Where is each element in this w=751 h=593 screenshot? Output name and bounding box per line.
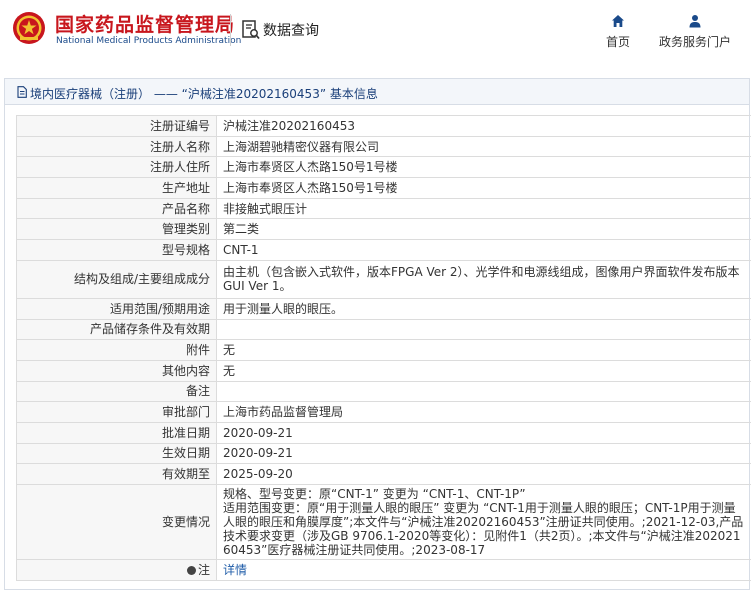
note-label: 注 — [197, 562, 210, 577]
row-value: 无 — [216, 339, 751, 361]
row-value: CNT-1 — [216, 239, 751, 261]
table-row: 注册人住所 上海市奉贤区人杰路150号1号楼 — [16, 156, 751, 179]
document-icon — [17, 86, 27, 98]
row-value — [216, 380, 751, 403]
home-icon — [612, 15, 624, 27]
row-value: 上海市奉贤区人杰路150号1号楼 — [216, 177, 751, 199]
table-row: 管理类别 第二类 — [16, 218, 751, 241]
row-value — [216, 318, 751, 341]
row-value: 非接触式眼压计 — [216, 197, 751, 220]
table-row: 批准日期 2020-09-21 — [16, 421, 751, 444]
table-row: 审批部门 上海市药品监督管理局 — [16, 401, 751, 423]
search-document-icon — [242, 20, 260, 40]
change-history-value: 规格、型号变更：原“CNT-1” 变更为 “CNT-1、CNT-1P” 适用范围… — [216, 484, 751, 560]
info-table: 注册证编号 沪械注准20202160453 注册人名称 上海湖碧驰精密仪器有限公… — [16, 115, 751, 581]
row-label: 注册证编号 — [16, 115, 217, 137]
row-value: 沪械注准20202160453 — [216, 115, 751, 137]
brand-name: 国家药品监督管理局 — [55, 14, 236, 36]
page-section-title: 数据查询 — [263, 23, 319, 39]
emblem-icon — [13, 12, 45, 44]
site-header: 国家药品监督管理局 National Medical Products Admi… — [0, 0, 751, 62]
row-value: 详情 — [216, 559, 751, 581]
row-value: 上海市药品监督管理局 — [216, 401, 751, 423]
table-row: 附件 无 — [16, 339, 751, 361]
row-value: 2020-09-21 — [216, 442, 751, 465]
row-label: 备注 — [16, 380, 217, 403]
row-label: 适用范围/预期用途 — [16, 297, 217, 320]
table-row: 结构及组成/主要组成成分 由主机（包含嵌入式软件，版本FPGA Ver 2）、光… — [16, 259, 751, 299]
table-row: 注册证编号 沪械注准20202160453 — [16, 115, 751, 137]
table-row: 注 详情 — [16, 559, 751, 581]
table-row: 适用范围/预期用途 用于测量人眼的眼压。 — [16, 297, 751, 320]
row-label: 产品名称 — [16, 197, 217, 220]
row-label: 管理类别 — [16, 218, 217, 241]
row-value: 无 — [216, 359, 751, 382]
row-label: 有效期至 — [16, 463, 217, 485]
row-label: 审批部门 — [16, 401, 217, 423]
row-value: 2025-09-20 — [216, 463, 751, 485]
row-value: 上海湖碧驰精密仪器有限公司 — [216, 135, 751, 158]
panel-title: 境内医疗器械（注册） —— “沪械注准20202160453” 基本信息 — [30, 87, 378, 101]
header-divider — [230, 14, 231, 46]
row-label: 附件 — [16, 339, 217, 361]
table-row: 备注 — [16, 380, 751, 403]
row-label: 其他内容 — [16, 359, 217, 382]
row-label: 注册人名称 — [16, 135, 217, 158]
nav-service-portal-label: 政务服务门户 — [658, 35, 731, 49]
pin-icon — [186, 565, 196, 575]
table-row: 有效期至 2025-09-20 — [16, 463, 751, 485]
table-row: 其他内容 无 — [16, 359, 751, 382]
table-row: 注册人名称 上海湖碧驰精密仪器有限公司 — [16, 135, 751, 158]
nav-service-portal[interactable]: 政务服务门户 — [655, 14, 735, 50]
user-icon — [689, 15, 701, 28]
row-label: 产品储存条件及有效期 — [16, 318, 217, 341]
row-label: 注册人住所 — [16, 156, 217, 179]
nav-home[interactable]: 首页 — [600, 14, 636, 50]
row-label: 结构及组成/主要组成成分 — [16, 259, 217, 299]
panel-header: 境内医疗器械（注册） —— “沪械注准20202160453” 基本信息 — [5, 79, 749, 105]
nav-home-label: 首页 — [605, 35, 630, 49]
row-label: 批准日期 — [16, 421, 217, 444]
table-row: 产品储存条件及有效期 — [16, 318, 751, 341]
row-value: 用于测量人眼的眼压。 — [216, 297, 751, 320]
row-label: 型号规格 — [16, 239, 217, 261]
row-label: 注 — [16, 559, 217, 581]
table-row: 生效日期 2020-09-21 — [16, 442, 751, 465]
row-label: 变更情况 — [16, 484, 217, 560]
table-row: 产品名称 非接触式眼压计 — [16, 197, 751, 220]
row-value: 上海市奉贤区人杰路150号1号楼 — [216, 156, 751, 179]
brand-name-english: National Medical Products Administration — [56, 36, 242, 46]
table-row: 型号规格 CNT-1 — [16, 239, 751, 261]
row-value: 第二类 — [216, 218, 751, 241]
table-row: 变更情况 规格、型号变更：原“CNT-1” 变更为 “CNT-1、CNT-1P”… — [16, 484, 751, 560]
table-row: 生产地址 上海市奉贤区人杰路150号1号楼 — [16, 177, 751, 199]
row-label: 生产地址 — [16, 177, 217, 199]
row-label: 生效日期 — [16, 442, 217, 465]
row-value: 2020-09-21 — [216, 421, 751, 444]
detail-panel: 境内医疗器械（注册） —— “沪械注准20202160453” 基本信息 注册证… — [4, 78, 751, 590]
row-value: 由主机（包含嵌入式软件，版本FPGA Ver 2）、光学件和电源线组成，图像用户… — [216, 259, 751, 299]
details-link[interactable]: 详情 — [223, 563, 247, 577]
